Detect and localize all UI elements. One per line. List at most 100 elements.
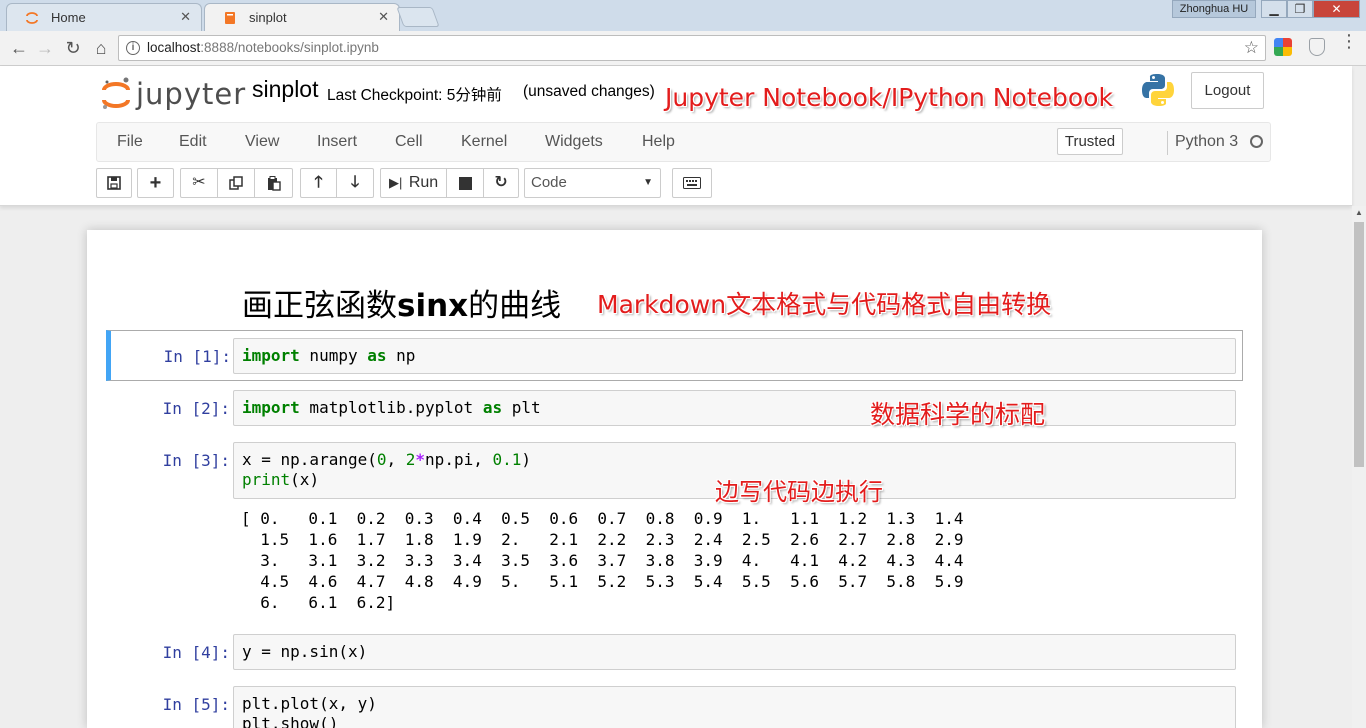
scrollbar-thumb[interactable]	[1354, 222, 1364, 467]
step-forward-icon: ▶|	[389, 175, 403, 190]
stop-icon	[458, 177, 472, 190]
trusted-indicator[interactable]: Trusted	[1057, 128, 1123, 155]
arrow-down-icon: 🡓	[350, 174, 360, 191]
markdown-heading[interactable]: 画正弦函数sinx的曲线	[242, 280, 561, 325]
paste-icon	[267, 176, 281, 191]
code-cell-1[interactable]: In [1]: import numpy as np	[106, 330, 1243, 381]
keyboard-icon	[683, 177, 701, 189]
copy-icon	[229, 176, 243, 190]
menu-file[interactable]: File	[117, 133, 143, 151]
url-path: :8888/notebooks/sinplot.ipynb	[200, 40, 379, 55]
arrow-up-icon: 🡑	[314, 174, 323, 191]
url-input[interactable]: i localhost:8888/notebooks/sinplot.ipynb…	[118, 35, 1266, 61]
window-close-button[interactable]: ✕	[1313, 0, 1360, 18]
scroll-up-icon[interactable]: ▲	[1355, 208, 1363, 217]
tab-home-close-icon[interactable]: ✕	[180, 9, 191, 25]
paste-button[interactable]	[254, 168, 293, 198]
tab-home[interactable]: Home ✕	[6, 3, 202, 31]
input-prompt: In [2]:	[162, 399, 230, 418]
last-checkpoint: Last Checkpoint: 5分钟前	[327, 87, 502, 104]
run-button[interactable]: ▶| Run	[380, 168, 447, 198]
logout-button[interactable]: Logout	[1191, 72, 1264, 109]
notebook-name[interactable]: sinplot	[252, 76, 318, 103]
tab-sinplot-close-icon[interactable]: ✕	[378, 9, 389, 25]
window-maximize-button[interactable]: ❐	[1287, 0, 1313, 18]
move-up-button[interactable]: 🡑	[300, 168, 337, 198]
menu-view[interactable]: View	[245, 133, 279, 151]
url-host: localhost	[147, 40, 201, 55]
back-arrow-icon[interactable]: ←	[8, 37, 30, 59]
reload-icon[interactable]: ↻	[62, 37, 84, 59]
shield-extension-icon[interactable]	[1309, 38, 1325, 56]
bookmark-star-icon[interactable]: ☆	[1244, 36, 1259, 60]
window-minimize-button[interactable]: ▁	[1261, 0, 1287, 18]
insert-cell-button[interactable]: +	[137, 168, 174, 198]
kernel-status-icon	[1250, 135, 1263, 148]
home-icon[interactable]: ⌂	[90, 37, 112, 59]
input-prompt: In [1]:	[163, 347, 231, 366]
notebook-menubar: File Edit View Insert Cell Kernel Widget…	[96, 122, 1271, 162]
cell-type-select[interactable]: Code ▼	[524, 168, 661, 198]
input-prompt: In [4]:	[162, 643, 230, 662]
copy-button[interactable]	[217, 168, 255, 198]
input-prompt: In [3]:	[162, 451, 230, 470]
run-label: Run	[408, 174, 439, 191]
menu-edit[interactable]: Edit	[179, 133, 207, 151]
code-cell-5[interactable]: In [5]: plt.plot(x, y) plt.show()	[106, 686, 1243, 728]
menu-help[interactable]: Help	[642, 133, 675, 151]
menu-insert[interactable]: Insert	[317, 133, 357, 151]
tab-sinplot-title: sinplot	[249, 10, 287, 25]
code-cell-3[interactable]: In [3]: x = np.arange(0, 2*np.pi, 0.1) p…	[106, 442, 1243, 617]
code-input[interactable]: y = np.sin(x)	[233, 634, 1236, 670]
jupyter-logo-text: jupyter	[136, 77, 247, 111]
heading-suffix: 的曲线	[468, 288, 562, 324]
heading-prefix: 画正弦函数	[242, 288, 397, 324]
restart-kernel-button[interactable]: ↻	[483, 168, 519, 198]
site-info-icon[interactable]: i	[126, 41, 140, 55]
code-input[interactable]: import matplotlib.pyplot as plt	[233, 390, 1236, 426]
input-prompt: In [5]:	[162, 695, 230, 714]
extension-icon[interactable]	[1274, 38, 1292, 56]
cut-button[interactable]: ✂	[180, 168, 218, 198]
menu-widgets[interactable]: Widgets	[545, 133, 603, 151]
notebook-favicon-icon	[225, 12, 235, 24]
scissors-icon: ✂	[192, 174, 206, 191]
move-down-button[interactable]: 🡓	[336, 168, 374, 198]
kernel-name[interactable]: Python 3	[1175, 133, 1238, 151]
cell-type-value: Code	[531, 174, 567, 191]
code-cell-2[interactable]: In [2]: import matplotlib.pyplot as plt	[106, 390, 1243, 430]
tab-home-title: Home	[51, 10, 86, 25]
jupyter-logo-icon	[102, 77, 130, 109]
code-input[interactable]: import numpy as np	[233, 338, 1236, 374]
address-bar: ← → ↻ ⌂ i localhost:8888/notebooks/sinpl…	[0, 31, 1366, 66]
python-logo-icon	[1142, 74, 1174, 106]
window-user-badge: Zhonghua HU	[1172, 0, 1256, 18]
jupyter-logo[interactable]: jupyter	[100, 74, 245, 114]
save-button[interactable]	[96, 168, 132, 198]
annotation-execute: 边写代码边执行	[715, 478, 883, 506]
browser-menu-icon[interactable]: ⋮	[1340, 32, 1358, 50]
jupyter-header: jupyter sinplot Last Checkpoint: 5分钟前 (u…	[0, 66, 1352, 206]
interrupt-button[interactable]	[446, 168, 484, 198]
plus-icon: +	[149, 172, 162, 194]
tab-sinplot[interactable]: sinplot ✕	[204, 3, 400, 31]
restart-icon: ↻	[494, 174, 508, 191]
menu-kernel[interactable]: Kernel	[461, 133, 507, 151]
command-palette-button[interactable]	[672, 168, 712, 198]
code-input[interactable]: plt.plot(x, y) plt.show()	[233, 686, 1236, 728]
forward-arrow-icon[interactable]: →	[34, 37, 56, 59]
new-tab-button[interactable]	[396, 7, 440, 27]
kernel-divider	[1167, 131, 1168, 155]
cell-output: [ 0. 0.1 0.2 0.3 0.4 0.5 0.6 0.7 0.8 0.9…	[241, 509, 964, 612]
chevron-down-icon: ▼	[643, 177, 653, 188]
code-cell-4[interactable]: In [4]: y = np.sin(x)	[106, 634, 1243, 674]
heading-bold: sinx	[397, 288, 469, 324]
page-scrollbar[interactable]: ▲	[1352, 206, 1366, 728]
browser-titlebar: Home ✕ sinplot ✕ Zhonghua HU ▁ ❐ ✕	[0, 0, 1366, 31]
annotation-data-science: 数据科学的标配	[870, 400, 1046, 429]
jupyter-favicon-icon	[26, 12, 38, 24]
menu-cell[interactable]: Cell	[395, 133, 423, 151]
notebook-container: 画正弦函数sinx的曲线 Markdown文本格式与代码格式自由转换 In [1…	[87, 230, 1262, 728]
autosave-status: (unsaved changes)	[523, 83, 655, 100]
annotation-title: Jupyter Notebook/IPython Notebook	[665, 83, 1113, 112]
